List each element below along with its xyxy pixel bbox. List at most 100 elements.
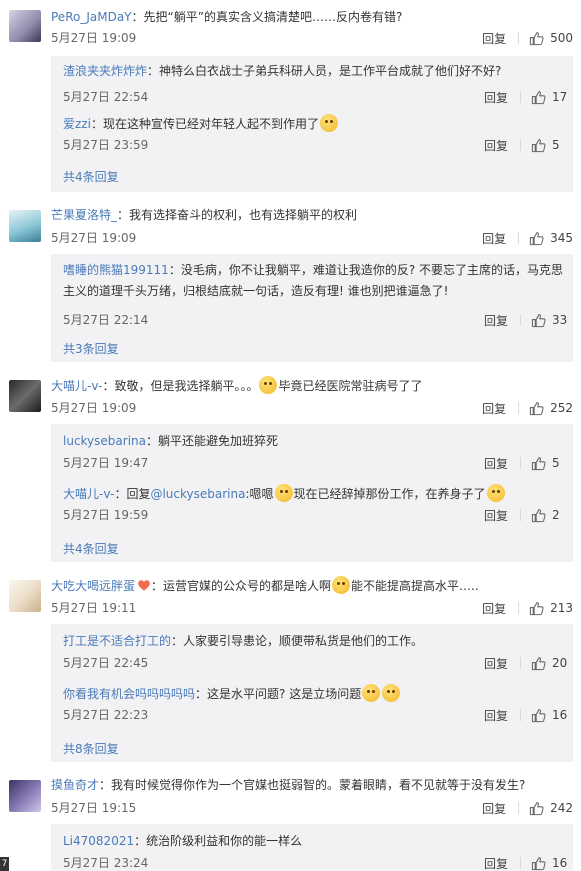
reply-body-continued: 主义的道理千头万绪，归根结底就一句话，造反有理! 谁也别把谁逼急了!	[63, 284, 449, 298]
reply-meta: 5月27日 23:59 回复 5	[63, 136, 573, 154]
comment-text: 芒果夏洛特_：我有选择奋斗的权利，也有选择躺平的权利	[51, 206, 573, 224]
comment-actions: 回复 345	[466, 229, 573, 247]
comment-meta: 5月27日 19:09 回复 345	[51, 229, 573, 247]
action-divider	[520, 709, 521, 721]
reply-time: 5月27日 22:14	[63, 313, 149, 327]
reply-actions: 回复 2	[468, 506, 573, 524]
like-button[interactable]: 33	[531, 313, 573, 328]
like-button[interactable]: 5	[531, 138, 573, 153]
comment-username[interactable]: 芒果夏洛特_	[51, 208, 117, 222]
avatar[interactable]	[9, 210, 41, 242]
comment-thread: 芒果夏洛特_：我有选择奋斗的权利，也有选择躺平的权利 5月27日 19:09 回…	[0, 204, 581, 370]
reply-username[interactable]: luckysebarina	[63, 434, 146, 448]
like-button[interactable]: 2	[531, 508, 573, 523]
reply-body-part2: :嗯嗯	[245, 487, 274, 501]
thumbs-up-icon	[531, 138, 546, 153]
comment-meta: 5月27日 19:15 回复 242	[51, 799, 573, 817]
replies-box: luckysebarina：躺平还能避免加班猝死 5月27日 19:47 回复 …	[51, 424, 573, 562]
like-count: 5	[552, 456, 560, 470]
like-button[interactable]: 500	[529, 31, 573, 46]
reply-username[interactable]: 渣浪夹夹炸炸炸	[63, 64, 147, 78]
reply-button[interactable]: 回复	[468, 455, 508, 472]
comment-thread: 大喵儿-v-：致敬，但是我选择躺平。。。 毕竟已经医院常驻病号了了 5月27日 1…	[0, 374, 581, 570]
reply-actions: 回复 20	[468, 654, 573, 672]
more-replies-link[interactable]: 共3条回复	[63, 340, 119, 357]
comment-meta: 5月27日 19:09 回复 500	[51, 29, 573, 47]
reply-time: 5月27日 22:23	[63, 708, 149, 722]
reply-username[interactable]: 打工是不适合打工的	[63, 634, 171, 648]
reply-username[interactable]: Li47082021	[63, 834, 134, 848]
reply-button[interactable]: 回复	[468, 137, 508, 154]
like-button[interactable]: 242	[529, 801, 573, 816]
reply-time: 5月27日 23:24	[63, 856, 149, 870]
reply-username[interactable]: 嗜睡的熊猫199111	[63, 263, 169, 277]
smiley-emoji-icon	[382, 684, 401, 702]
comment-meta: 5月27日 19:09 回复 252	[51, 399, 573, 417]
comment-username[interactable]: PeRo_JaMDaY	[51, 10, 132, 24]
smiley-emoji-icon	[259, 376, 278, 394]
reply-button[interactable]: 回复	[466, 400, 506, 417]
reply-meta: 5月27日 22:14 回复 33	[63, 311, 573, 329]
reply-button[interactable]: 回复	[466, 230, 506, 247]
replies-box: Li47082021：统治阶级利益和你的能一样么 5月27日 23:24 回复 …	[51, 824, 573, 871]
like-button[interactable]: 5	[531, 456, 573, 471]
like-button[interactable]: 252	[529, 401, 573, 416]
like-button[interactable]: 16	[531, 708, 573, 723]
like-button[interactable]: 16	[531, 856, 573, 871]
crying-emoji-icon	[274, 484, 293, 502]
like-button[interactable]: 345	[529, 231, 573, 246]
like-count: 2	[552, 508, 560, 522]
comment-text: 大喵儿-v-：致敬，但是我选择躺平。。。 毕竟已经医院常驻病号了了	[51, 376, 573, 395]
reply-button[interactable]: 回复	[466, 800, 506, 817]
reply-button[interactable]: 回复	[468, 507, 508, 524]
reply-time: 5月27日 23:59	[63, 138, 149, 152]
more-replies-link[interactable]: 共8条回复	[63, 740, 119, 757]
like-button[interactable]: 17	[531, 90, 573, 105]
action-divider	[518, 32, 520, 44]
thumbs-up-icon	[529, 231, 544, 246]
comment-meta: 5月27日 19:11 回复 213	[51, 599, 573, 617]
reply-button[interactable]: 回复	[468, 312, 508, 329]
reply-actions: 回复 16	[468, 706, 573, 724]
reply-text: 大喵儿-v-：回复@luckysebarina:嗯嗯 现在已经辞掉那份工作，在养身…	[63, 484, 563, 503]
avatar[interactable]	[9, 780, 41, 812]
avatar[interactable]	[9, 580, 41, 612]
reply-body: ：现在这种宣传已经对年轻人起不到作用了	[90, 117, 319, 131]
reply-button[interactable]: 回复	[468, 707, 508, 724]
comment-username[interactable]: 大喵儿-v-	[51, 379, 102, 393]
reply-button[interactable]: 回复	[466, 600, 506, 617]
reply-username[interactable]: 你看我有机会吗吗吗吗吗	[63, 687, 195, 701]
reply-username[interactable]: 爱zzi	[63, 117, 91, 131]
heart-emoji-icon	[138, 580, 150, 591]
thumbs-up-icon	[529, 31, 544, 46]
side-tab[interactable]: 7	[0, 857, 9, 871]
more-replies-link[interactable]: 共4条回复	[63, 540, 119, 557]
action-divider	[520, 857, 521, 869]
thumbs-up-icon	[531, 708, 546, 723]
reply-username[interactable]: 大喵儿-v-	[63, 487, 114, 501]
like-count: 345	[550, 231, 573, 245]
reply-time: 5月27日 22:45	[63, 656, 149, 670]
avatar[interactable]	[9, 10, 41, 42]
reply-time: 5月27日 19:59	[63, 508, 149, 522]
comment-body: ：运营官媒的公众号的都是啥人啊	[151, 579, 332, 593]
reply-actions: 回复 5	[468, 454, 573, 472]
avatar[interactable]	[9, 380, 41, 412]
comment-username[interactable]: 大吃大喝远胖蛋	[51, 579, 135, 593]
reply-button[interactable]: 回复	[468, 855, 508, 871]
comment-username[interactable]: 摸鱼奇才	[51, 778, 99, 792]
mention-link[interactable]: @luckysebarina	[150, 487, 245, 501]
reply-button[interactable]: 回复	[468, 655, 508, 672]
comment-actions: 回复 242	[466, 799, 573, 817]
action-divider	[520, 657, 521, 669]
more-replies-link[interactable]: 共4条回复	[63, 168, 119, 185]
like-count: 33	[552, 313, 568, 327]
replies-box: 打工是不适合打工的：人家要引导患论，顺便带私货是他们的工作。 5月27日 22:…	[51, 624, 573, 762]
comment-time: 5月27日 19:09	[51, 231, 137, 245]
reply-meta: 5月27日 22:45 回复 20	[63, 654, 573, 672]
comment-body: ：先把“躺平”的真实含义搞清楚吧……反内卷有错?	[131, 10, 403, 24]
reply-button[interactable]: 回复	[466, 30, 506, 47]
like-button[interactable]: 20	[531, 656, 573, 671]
like-button[interactable]: 213	[529, 601, 573, 616]
reply-button[interactable]: 回复	[468, 89, 508, 106]
